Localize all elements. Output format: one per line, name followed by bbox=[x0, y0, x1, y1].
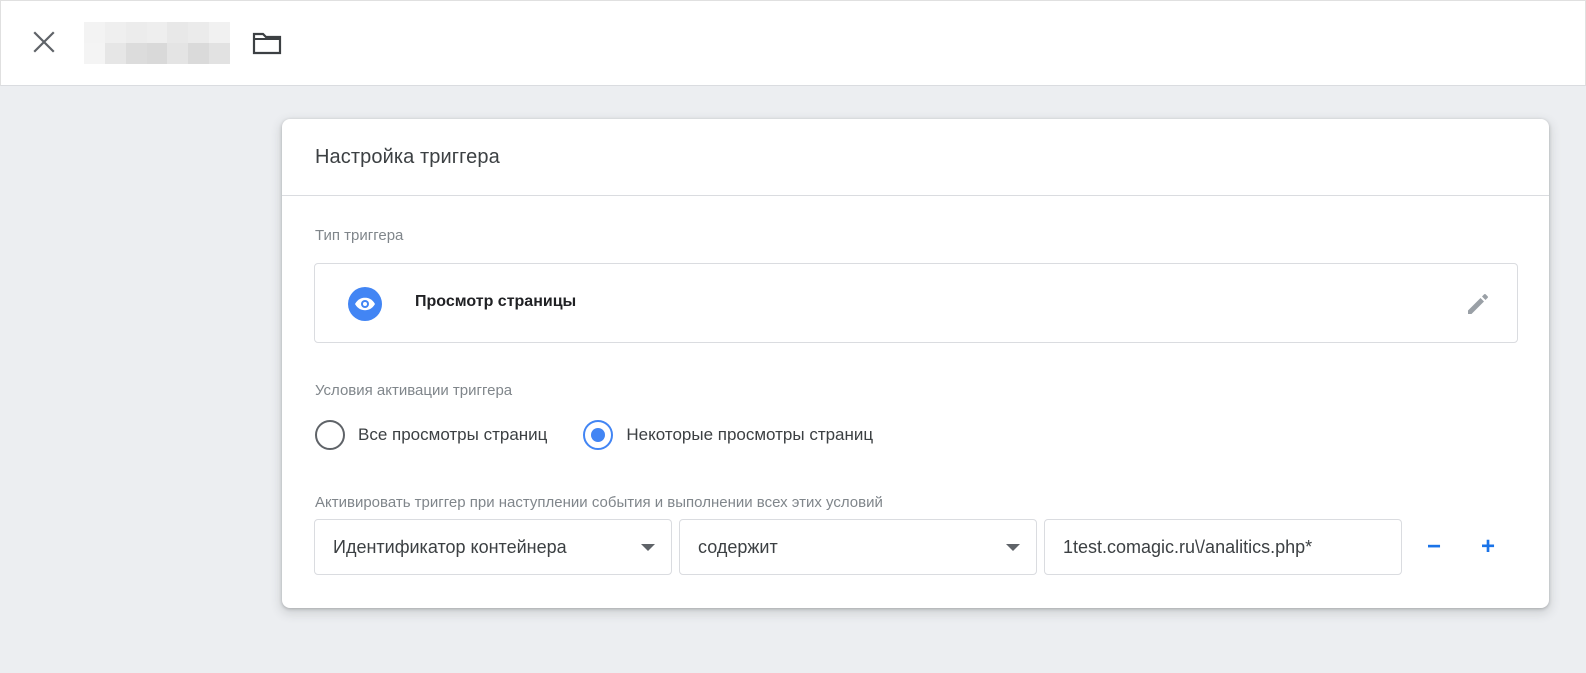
folder-icon bbox=[252, 32, 282, 55]
dropdown-arrow-icon bbox=[1006, 543, 1020, 551]
condition-value-input[interactable] bbox=[1044, 519, 1402, 575]
radio-selected-dot bbox=[591, 428, 606, 442]
activation-radio-group: Все просмотры страниц Некоторые просмотр… bbox=[315, 420, 873, 450]
variable-select[interactable]: Идентификатор контейнера bbox=[314, 519, 672, 575]
add-condition-button[interactable]: + bbox=[1472, 531, 1504, 563]
eye-icon bbox=[348, 287, 382, 321]
close-button[interactable] bbox=[29, 27, 59, 57]
card-header: Настройка триггера bbox=[282, 119, 1549, 196]
folder-button[interactable] bbox=[251, 29, 283, 57]
trigger-type-selector[interactable]: Просмотр страницы bbox=[314, 263, 1518, 343]
radio-button-unchecked[interactable] bbox=[315, 420, 345, 450]
radio-label: Некоторые просмотры страниц bbox=[626, 425, 874, 444]
radio-label: Все просмотры страниц bbox=[358, 425, 548, 444]
radio-button-checked[interactable] bbox=[583, 420, 614, 450]
trigger-config-card: Настройка триггера Тип триггера Просмотр… bbox=[282, 119, 1549, 608]
trigger-type-label: Тип триггера bbox=[315, 227, 404, 244]
pencil-icon[interactable] bbox=[1463, 289, 1493, 319]
condition-row: Идентификатор контейнера содержит − + bbox=[314, 519, 1504, 575]
activation-conditions-label: Условия активации триггера bbox=[315, 382, 513, 399]
top-bar bbox=[0, 0, 1586, 86]
trigger-type-name: Просмотр страницы bbox=[415, 293, 577, 310]
operator-select[interactable]: содержит bbox=[679, 519, 1037, 575]
radio-all-pageviews[interactable]: Все просмотры страниц bbox=[315, 420, 547, 450]
close-icon bbox=[33, 31, 55, 53]
card-title: Настройка триггера bbox=[315, 145, 500, 168]
radio-some-pageviews[interactable]: Некоторые просмотры страниц bbox=[583, 420, 873, 450]
remove-condition-button[interactable]: − bbox=[1418, 531, 1450, 563]
conditions-label: Активировать триггер при наступлении соб… bbox=[315, 494, 883, 511]
operator-select-value: содержит bbox=[698, 536, 778, 557]
variable-select-value: Идентификатор контейнера bbox=[333, 536, 567, 557]
dropdown-arrow-icon bbox=[641, 543, 655, 551]
redacted-trigger-name bbox=[84, 22, 230, 64]
